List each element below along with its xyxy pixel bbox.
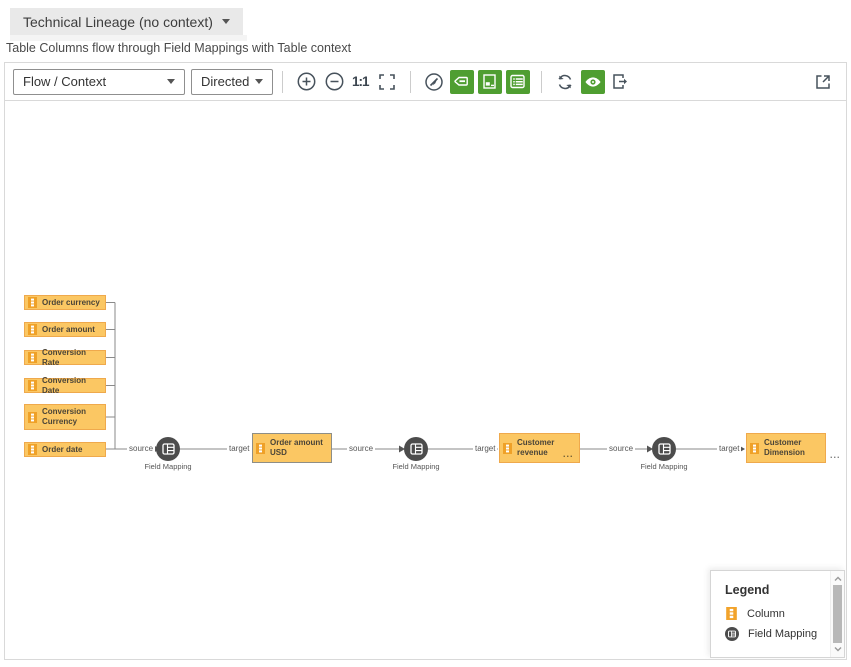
collapsed-lineage-indicator[interactable]: ... <box>563 449 574 459</box>
column-icon <box>256 443 265 454</box>
edge-label-target: target <box>473 444 497 454</box>
node-label: Customer Dimension <box>764 438 820 458</box>
fit-to-screen-button[interactable] <box>376 71 398 93</box>
field-mapping-icon <box>725 627 739 641</box>
column-node-customer-dimension[interactable]: Customer Dimension <box>746 433 826 463</box>
legend-scrollbar[interactable] <box>830 571 844 657</box>
edge-labels-toggle-button[interactable] <box>450 70 474 94</box>
legend-item-label: Column <box>747 608 785 620</box>
column-icon <box>28 352 37 363</box>
lineage-toolbar: Flow / Context Directed 1:1 <box>5 63 846 101</box>
column-node-conversion-rate[interactable]: Conversion Rate <box>24 350 106 365</box>
collapsed-lineage-indicator[interactable]: ... <box>830 450 841 460</box>
eye-icon <box>584 73 602 91</box>
zoom-in-button[interactable] <box>295 71 317 93</box>
node-details-toggle-button[interactable] <box>478 70 502 94</box>
list-icon <box>509 73 526 90</box>
legend-item-column: Column <box>725 607 844 620</box>
open-in-new-window-button[interactable] <box>812 71 834 93</box>
legend-item-field-mapping: Field Mapping <box>725 627 844 641</box>
refresh-button[interactable] <box>554 71 576 93</box>
export-button[interactable] <box>610 71 632 93</box>
flow-context-select[interactable]: Flow / Context <box>13 69 185 95</box>
lineage-view-label: Technical Lineage (no context) <box>23 14 213 30</box>
node-label: Order amount USD <box>270 438 326 458</box>
node-label: Order amount <box>42 325 95 335</box>
column-icon <box>28 297 37 308</box>
caret-down-icon <box>167 79 175 84</box>
column-node-order-currency[interactable]: Order currency <box>24 295 106 310</box>
field-mapping-icon <box>162 443 175 455</box>
list-view-toggle-button[interactable] <box>506 70 530 94</box>
field-mapping-label: Field Mapping <box>386 462 446 471</box>
field-mapping-node[interactable] <box>652 437 676 461</box>
toolbar-divider <box>541 71 542 93</box>
field-mapping-node[interactable] <box>404 437 428 461</box>
node-label: Customer revenue <box>517 438 559 458</box>
tag-icon <box>453 73 470 90</box>
node-label: Conversion Rate <box>42 348 102 368</box>
lineage-description: Table Columns flow through Field Mapping… <box>6 41 351 55</box>
field-mapping-label: Field Mapping <box>634 462 694 471</box>
lineage-panel: Flow / Context Directed 1:1 <box>4 62 847 660</box>
column-icon <box>28 380 37 391</box>
column-icon <box>750 443 759 454</box>
edge-label-source: source <box>127 444 155 454</box>
technical-lineage-page: Technical Lineage (no context) Table Col… <box>0 0 851 667</box>
lineage-view-dropdown[interactable]: Technical Lineage (no context) <box>10 8 243 35</box>
direction-select[interactable]: Directed <box>191 69 273 95</box>
scrollbar-thumb[interactable] <box>833 585 842 643</box>
caret-down-icon <box>255 79 263 84</box>
node-label: Conversion Currency <box>42 407 97 427</box>
scroll-up-icon[interactable] <box>834 575 842 583</box>
page-icon <box>481 73 498 90</box>
field-mapping-label: Field Mapping <box>138 462 198 471</box>
zoom-out-button[interactable] <box>323 71 345 93</box>
column-node-conversion-date[interactable]: Conversion Date <box>24 378 106 393</box>
edge-label-source: source <box>347 444 375 454</box>
column-icon <box>503 443 512 454</box>
direction-value: Directed <box>201 74 249 89</box>
field-mapping-node[interactable] <box>156 437 180 461</box>
column-node-order-amount[interactable]: Order amount <box>24 322 106 337</box>
node-label: Order date <box>42 445 82 455</box>
node-label: Order currency <box>42 298 100 308</box>
column-node-order-date[interactable]: Order date <box>24 442 106 457</box>
lineage-canvas[interactable]: source target source target source targe… <box>5 101 846 659</box>
actual-size-button[interactable]: 1:1 <box>352 74 369 89</box>
caret-down-icon <box>222 19 230 24</box>
field-mapping-icon <box>658 443 671 455</box>
node-label: Conversion Date <box>42 376 102 396</box>
legend-item-label: Field Mapping <box>748 628 817 640</box>
column-icon <box>28 444 37 455</box>
legend-panel: Legend Column Field Mapping <box>710 570 845 658</box>
visibility-toggle-button[interactable] <box>581 70 605 94</box>
toolbar-divider <box>282 71 283 93</box>
column-icon <box>28 324 37 335</box>
edge-label-target: target <box>717 444 741 454</box>
flow-context-value: Flow / Context <box>23 74 106 89</box>
scroll-down-icon[interactable] <box>834 645 842 653</box>
compass-icon[interactable] <box>423 71 445 93</box>
field-mapping-icon <box>410 443 423 455</box>
column-node-conversion-currency[interactable]: Conversion Currency <box>24 404 106 430</box>
legend-title: Legend <box>725 583 844 597</box>
edge-label-target: target <box>227 444 251 454</box>
edge-label-source: source <box>607 444 635 454</box>
column-icon <box>28 412 37 423</box>
column-node-order-amount-usd[interactable]: Order amount USD <box>252 433 332 463</box>
toolbar-divider <box>410 71 411 93</box>
column-icon <box>725 607 738 620</box>
